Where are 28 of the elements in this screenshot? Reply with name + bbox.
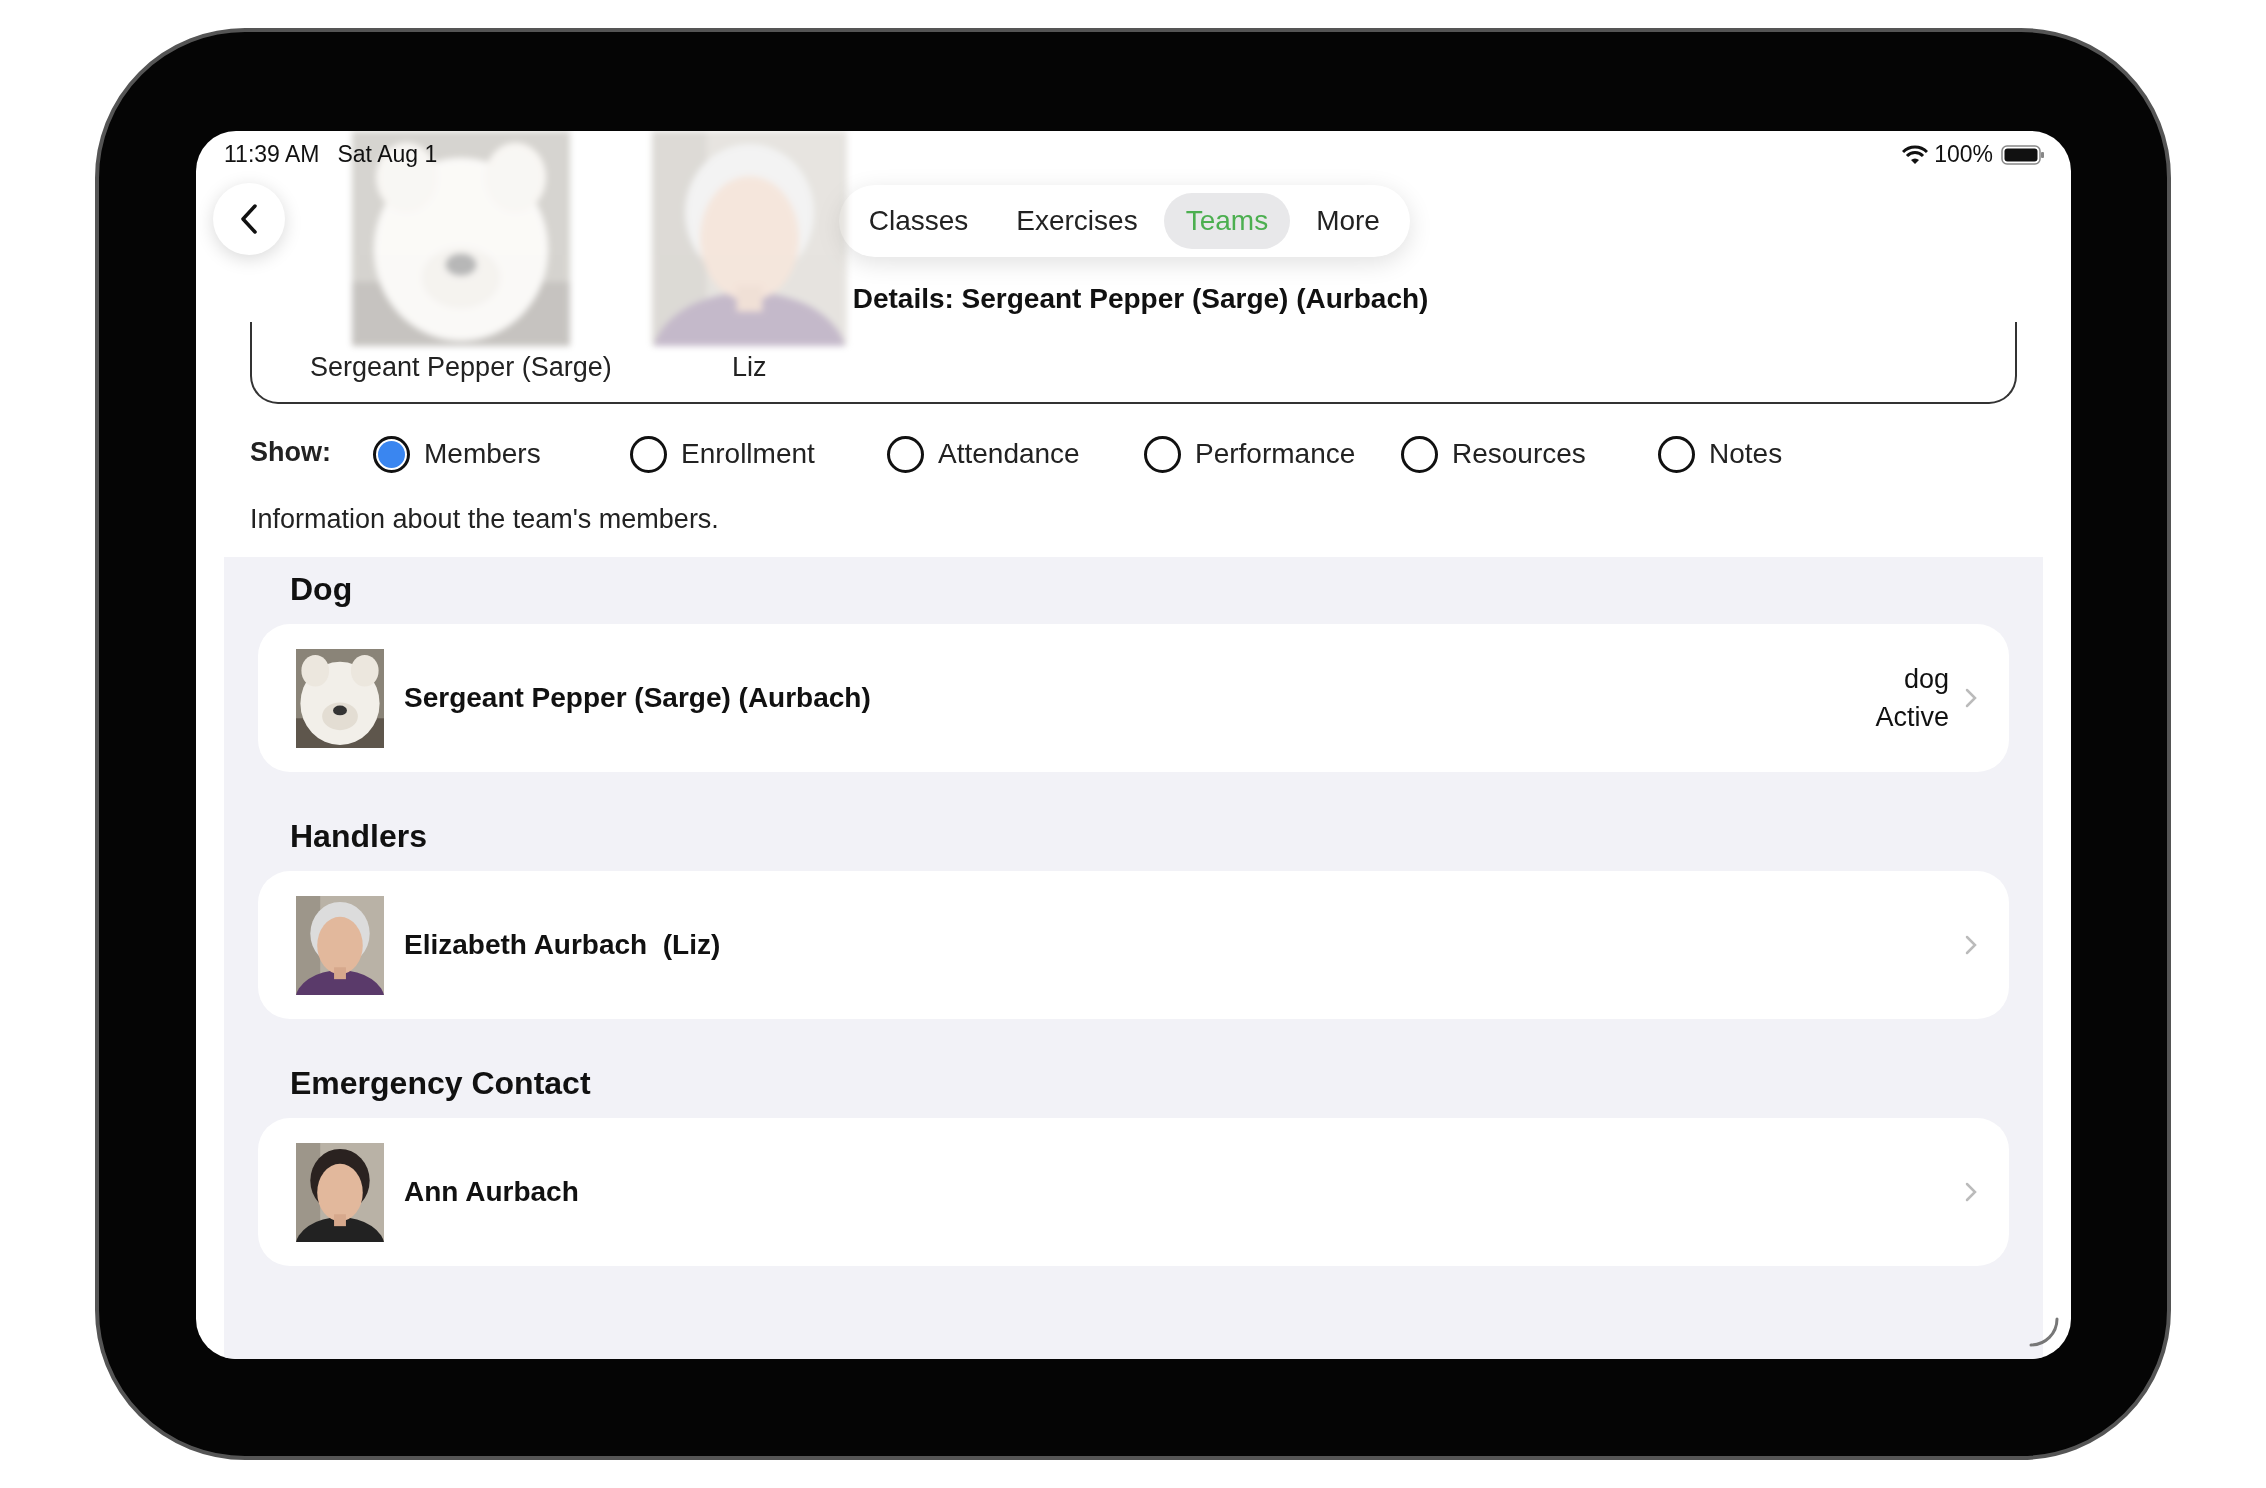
section-header: Emergency Contact: [290, 1065, 592, 1102]
section-header: Dog: [290, 571, 354, 608]
member-name: Elizabeth Aurbach (Liz): [404, 929, 722, 961]
member-row[interactable]: Sergeant Pepper (Sarge) (Aurbach) dog Active: [258, 624, 2009, 772]
battery-percent: 100%: [1934, 141, 1993, 168]
radio-option[interactable]: Members: [373, 435, 630, 473]
show-label: Show:: [250, 436, 332, 468]
radio-option[interactable]: Enrollment: [630, 435, 887, 473]
tab[interactable]: Classes: [846, 193, 991, 249]
radio-option[interactable]: Resources: [1401, 435, 1658, 473]
radio-option[interactable]: Performance: [1144, 435, 1401, 473]
section-header: Handlers: [290, 818, 428, 855]
tab[interactable]: More: [1294, 193, 1402, 249]
member-name: Sergeant Pepper (Sarge) (Aurbach): [404, 682, 872, 714]
member-row[interactable]: Ann Aurbach: [258, 1118, 2009, 1266]
details-title: Details: Sergeant Pepper (Sarge) (Aurbach): [852, 283, 1429, 315]
member-detail: dog: [1903, 663, 1949, 696]
member-name: Ann Aurbach: [404, 1176, 580, 1208]
photo-caption: Sergeant Pepper (Sarge): [310, 352, 612, 383]
member-detail: Active: [1875, 701, 1949, 734]
status-time: 11:39 AM: [224, 141, 320, 168]
status-date: Sat Aug 1: [337, 141, 438, 168]
radio-option[interactable]: Notes: [1658, 435, 1915, 473]
member-row[interactable]: Elizabeth Aurbach (Liz): [258, 871, 2009, 1019]
radio-option[interactable]: Attendance: [887, 435, 1144, 473]
photo-caption: Liz: [731, 352, 767, 383]
tab[interactable]: Exercises: [994, 193, 1160, 249]
description: Information about the team's members.: [250, 504, 720, 535]
